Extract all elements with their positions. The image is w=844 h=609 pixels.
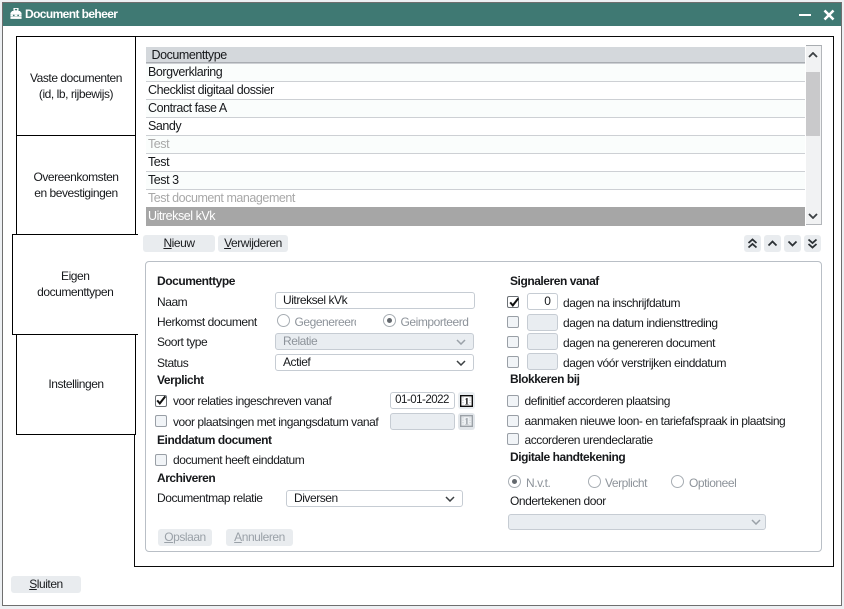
svg-text:1: 1: [464, 397, 469, 406]
svg-text:1: 1: [464, 418, 469, 427]
